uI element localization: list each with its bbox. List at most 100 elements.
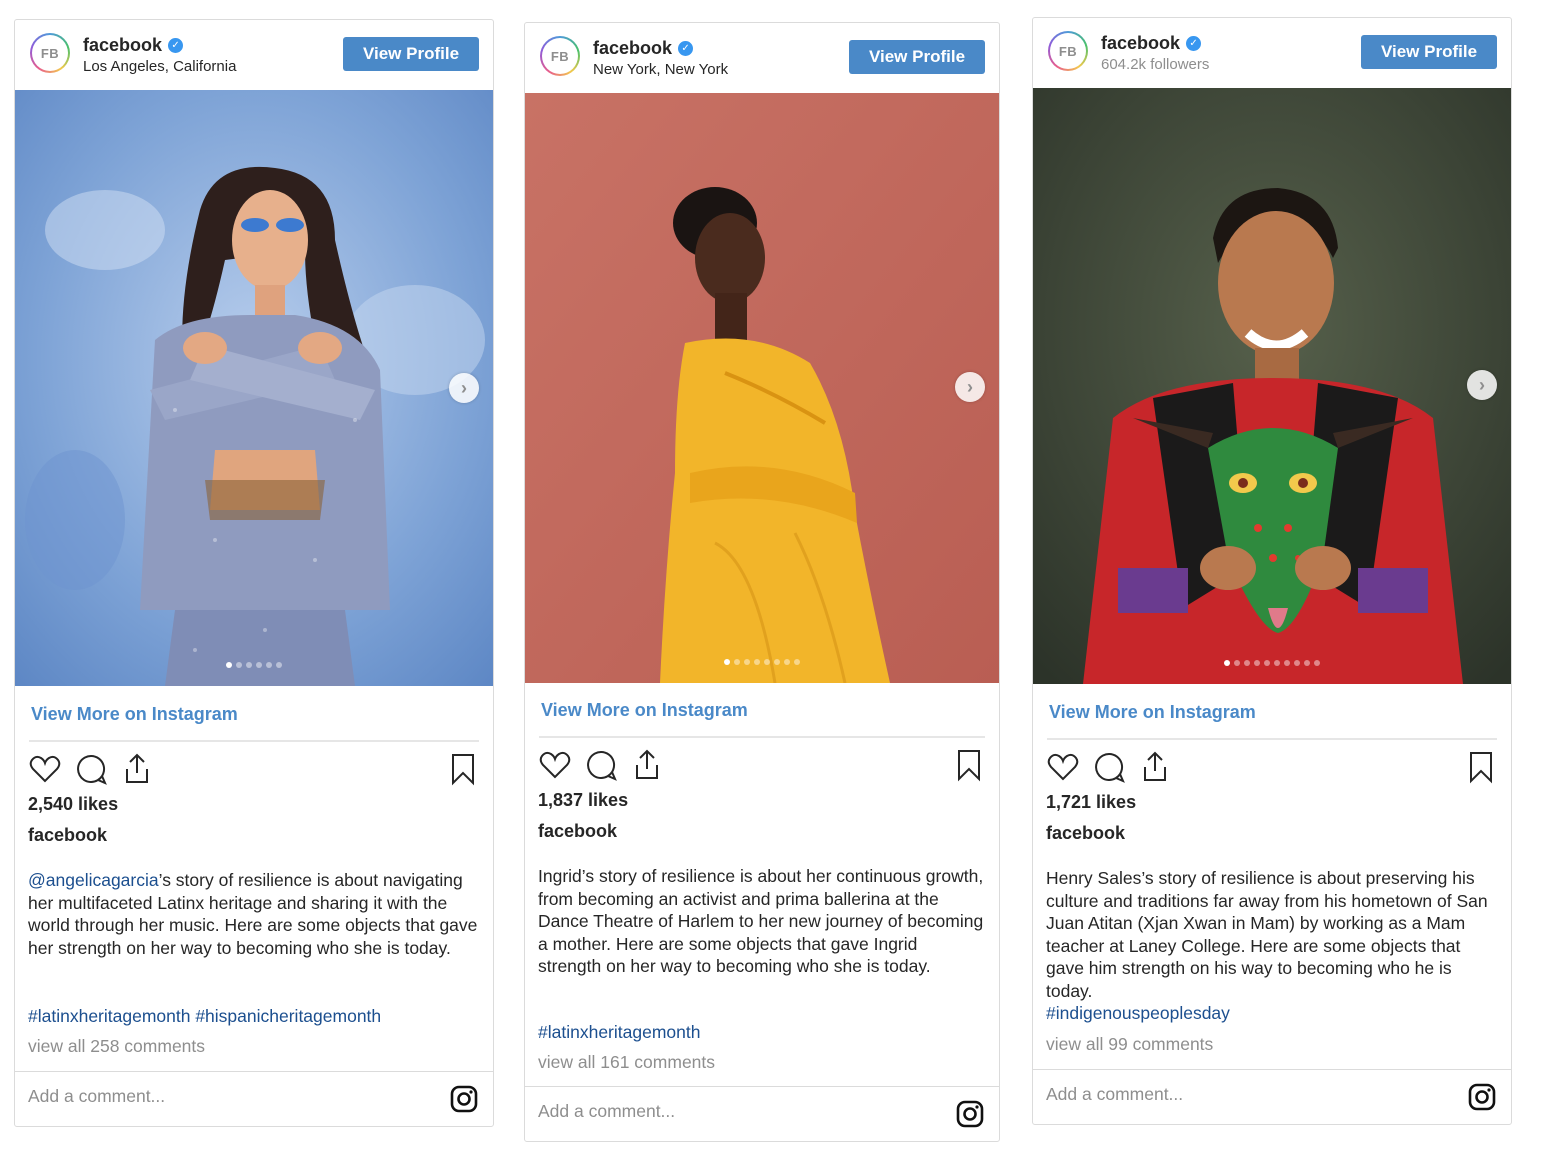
account-name-label[interactable]: facebook (83, 35, 162, 56)
photo-ingrid-image (525, 93, 999, 683)
hashtags[interactable]: #latinxheritagemonth (538, 1022, 700, 1043)
carousel-dot (226, 662, 232, 668)
comment-icon[interactable] (1091, 749, 1127, 785)
bookmark-icon[interactable] (951, 747, 987, 783)
carousel-dot (256, 662, 262, 668)
post-caption: @angelicagarcia’s story of resilience is… (28, 869, 479, 959)
mention-link[interactable]: @angelicagarcia (28, 870, 159, 890)
account-name-label[interactable]: facebook (1101, 33, 1180, 54)
carousel-dot (276, 662, 282, 668)
share-icon[interactable] (1137, 749, 1173, 785)
view-profile-button[interactable]: View Profile (1361, 35, 1497, 69)
photo-henry-image (1033, 88, 1511, 684)
carousel-next-button[interactable]: › (1467, 370, 1497, 400)
heart-icon[interactable] (1045, 749, 1081, 785)
post-caption: Ingrid’s story of resilience is about he… (538, 866, 984, 977)
avatar[interactable]: FB (1048, 31, 1088, 71)
account-name[interactable]: facebook ✓ (83, 35, 184, 56)
carousel-dot (1274, 660, 1280, 666)
verified-badge-icon: ✓ (168, 38, 184, 53)
follower-count: 604.2k followers (1101, 56, 1210, 73)
likes-count[interactable]: 1,837 likes (538, 790, 628, 811)
carousel-dot (774, 659, 780, 665)
post-author[interactable]: facebook (28, 825, 107, 846)
view-profile-button[interactable]: View Profile (343, 37, 479, 71)
account-name-label[interactable]: facebook (593, 38, 672, 59)
view-more-on-instagram-link[interactable]: View More on Instagram (1049, 702, 1256, 723)
post-card-henry: FB facebook ✓ 604.2k followers View Prof… (1032, 17, 1512, 1125)
post-header: FB facebook ✓ Los Angeles, California Vi… (15, 20, 493, 90)
verified-badge-icon: ✓ (1186, 36, 1202, 51)
comment-bar (525, 1086, 999, 1141)
carousel-dot (266, 662, 272, 668)
post-caption: Henry Sales’s story of resilience is abo… (1046, 868, 1488, 1001)
comment-input[interactable] (28, 1086, 408, 1107)
account-name[interactable]: facebook ✓ (1101, 33, 1202, 54)
post-card-ingrid: FB facebook ✓ New York, New York View Pr… (524, 22, 1000, 1142)
instagram-icon[interactable] (955, 1099, 985, 1129)
post-photo[interactable]: › (1033, 88, 1511, 684)
post-header: FB facebook ✓ 604.2k followers View Prof… (1033, 18, 1511, 88)
chevron-right-icon: › (461, 377, 467, 398)
view-all-comments-link[interactable]: view all 258 comments (28, 1036, 205, 1057)
post-card-angelica: FB facebook ✓ Los Angeles, California Vi… (14, 19, 494, 1127)
bookmark-icon[interactable] (1463, 749, 1499, 785)
carousel-next-button[interactable]: › (955, 372, 985, 402)
carousel-dot (236, 662, 242, 668)
instagram-icon[interactable] (1467, 1082, 1497, 1112)
carousel-dot (784, 659, 790, 665)
carousel-dots (15, 662, 493, 668)
post-author[interactable]: facebook (1046, 823, 1125, 844)
post-actions (1045, 749, 1499, 785)
comment-input[interactable] (1046, 1084, 1426, 1105)
view-more-on-instagram-link[interactable]: View More on Instagram (31, 704, 238, 725)
post-actions (27, 751, 481, 787)
post-actions (537, 747, 987, 783)
comment-input[interactable] (538, 1101, 918, 1122)
carousel-dot (1244, 660, 1250, 666)
chevron-right-icon: › (967, 376, 973, 397)
heart-icon[interactable] (27, 751, 63, 787)
divider (539, 736, 985, 738)
instagram-icon[interactable] (449, 1084, 479, 1114)
carousel-dot (1294, 660, 1300, 666)
post-photo[interactable]: › (15, 90, 493, 686)
carousel-dot (1254, 660, 1260, 666)
comment-icon[interactable] (73, 751, 109, 787)
verified-badge-icon: ✓ (678, 41, 694, 56)
carousel-dot (724, 659, 730, 665)
post-location: New York, New York (593, 61, 729, 78)
likes-count[interactable]: 1,721 likes (1046, 792, 1136, 813)
post-photo[interactable]: › (525, 93, 999, 683)
account-name[interactable]: facebook ✓ (593, 38, 694, 59)
likes-count[interactable]: 2,540 likes (28, 794, 118, 815)
comment-bar (1033, 1069, 1511, 1124)
carousel-dot (1224, 660, 1230, 666)
hashtags[interactable]: #indigenouspeoplesday (1046, 1003, 1230, 1024)
avatar[interactable]: FB (30, 33, 70, 73)
chevron-right-icon: › (1479, 374, 1485, 395)
carousel-dot (794, 659, 800, 665)
post-header: FB facebook ✓ New York, New York View Pr… (525, 23, 999, 93)
view-all-comments-link[interactable]: view all 99 comments (1046, 1034, 1213, 1055)
divider (1047, 738, 1497, 740)
carousel-dots (525, 659, 999, 665)
bookmark-icon[interactable] (445, 751, 481, 787)
share-icon[interactable] (629, 747, 665, 783)
view-profile-button[interactable]: View Profile (849, 40, 985, 74)
divider (29, 740, 479, 742)
carousel-dot (1314, 660, 1320, 666)
avatar[interactable]: FB (540, 36, 580, 76)
view-all-comments-link[interactable]: view all 161 comments (538, 1052, 715, 1073)
heart-icon[interactable] (537, 747, 573, 783)
carousel-dot (734, 659, 740, 665)
comment-icon[interactable] (583, 747, 619, 783)
view-more-on-instagram-link[interactable]: View More on Instagram (541, 700, 748, 721)
carousel-dot (764, 659, 770, 665)
carousel-dot (1304, 660, 1310, 666)
share-icon[interactable] (119, 751, 155, 787)
carousel-dot (744, 659, 750, 665)
post-author[interactable]: facebook (538, 821, 617, 842)
carousel-next-button[interactable]: › (449, 373, 479, 403)
hashtags[interactable]: #latinxheritagemonth #hispanicheritagemo… (28, 1006, 381, 1027)
